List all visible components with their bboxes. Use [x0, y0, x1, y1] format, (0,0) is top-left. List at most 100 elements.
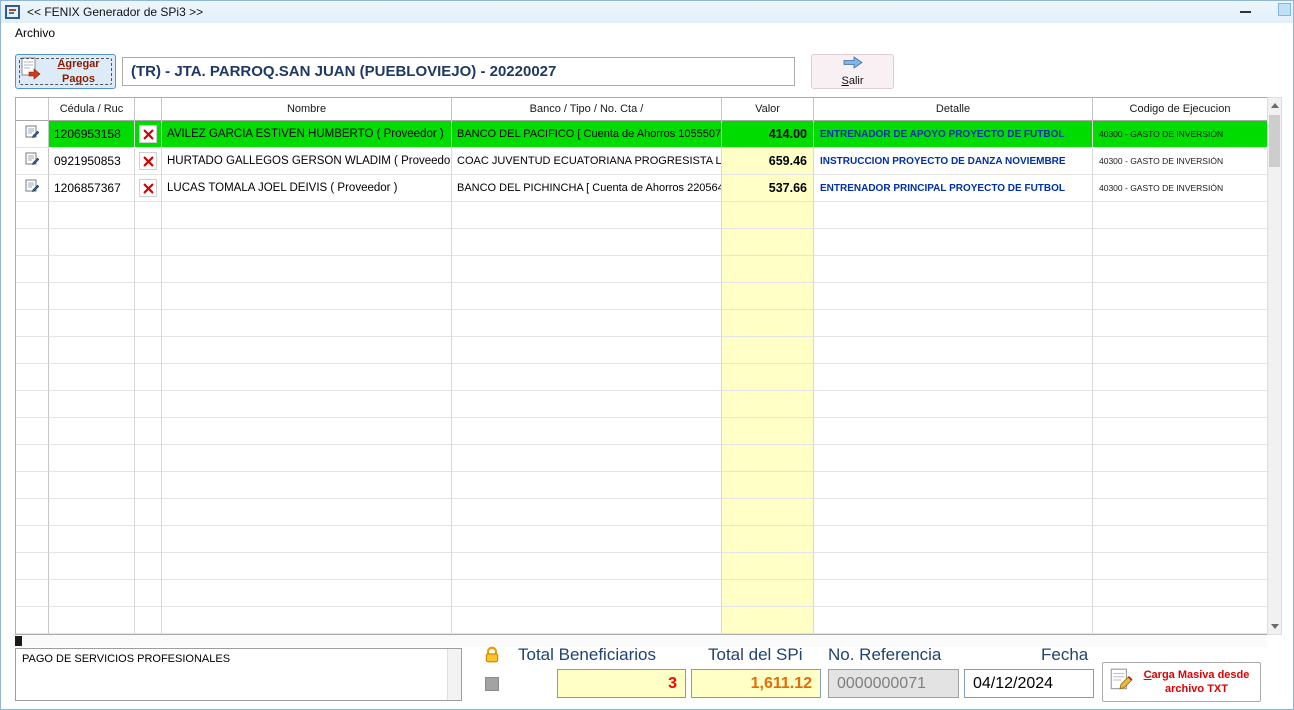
- header-valor: Valor: [722, 98, 814, 121]
- total-beneficiarios-value: 3: [557, 669, 686, 698]
- empty-table-row: [16, 445, 1266, 472]
- payments-grid: Cédula / Ruc Nombre Banco / Tipo / No. C…: [15, 97, 1267, 635]
- delete-cell: [135, 175, 162, 202]
- empty-table-row: [16, 337, 1266, 364]
- edit-record-icon: [25, 124, 40, 144]
- empty-table-row: [16, 553, 1266, 580]
- valor-cell: 537.66: [722, 175, 814, 202]
- cedula-cell: 0921950853: [49, 148, 135, 175]
- cedula-cell: 1206857367: [49, 175, 135, 202]
- salir-button[interactable]: Salir: [811, 54, 894, 89]
- entity-field[interactable]: [122, 57, 795, 86]
- valor-cell: 659.46: [722, 148, 814, 175]
- delete-x-icon: [143, 156, 154, 167]
- grid-header: Cédula / Ruc Nombre Banco / Tipo / No. C…: [16, 98, 1266, 121]
- empty-table-row: [16, 256, 1266, 283]
- empty-table-row: [16, 526, 1266, 553]
- nombre-cell: AVILEZ GARCIA ESTIVEN HUMBERTO ( Proveed…: [162, 121, 452, 148]
- delete-x-icon: [143, 183, 154, 194]
- row-selector-cell[interactable]: [16, 148, 49, 175]
- app-icon: [5, 4, 21, 20]
- codigo-cell: 40300 - GASTO DE INVERSIÓN: [1093, 121, 1268, 148]
- grid-body: 1206953158 AVILEZ GARCIA ESTIVEN HUMBERT…: [16, 121, 1266, 634]
- banco-cell: BANCO DEL PACIFICO [ Cuenta de Ahorros 1…: [452, 121, 722, 148]
- concepto-scrollbar[interactable]: [447, 649, 461, 700]
- table-row[interactable]: 1206857367 LUCAS TOMALA JOEL DEIVIS ( Pr…: [16, 175, 1266, 202]
- delete-cell: [135, 121, 162, 148]
- delete-row-button[interactable]: [139, 152, 157, 170]
- banco-cell: BANCO DEL PICHINCHA [ Cuenta de Ahorros …: [452, 175, 722, 202]
- header-nombre: Nombre: [162, 98, 452, 121]
- window-control-box[interactable]: [1278, 3, 1291, 16]
- empty-table-row: [16, 202, 1266, 229]
- total-spi-label: Total del SPi: [708, 645, 803, 665]
- banco-cell: COAC JUVENTUD ECUATORIANA PROGRESISTA LT…: [452, 148, 722, 175]
- app-window: << FENIX Generador de SPi3 >> Archivo Ag…: [0, 0, 1294, 710]
- vertical-scroll-thumb[interactable]: [1269, 115, 1280, 167]
- empty-table-row: [16, 229, 1266, 256]
- agregar-pagos-label: Agregar Pagos: [46, 57, 111, 86]
- menu-archivo[interactable]: Archivo: [11, 25, 59, 41]
- delete-x-icon: [143, 129, 154, 140]
- scroll-down-icon[interactable]: [1268, 619, 1281, 634]
- empty-table-row: [16, 418, 1266, 445]
- titlebar: << FENIX Generador de SPi3 >>: [1, 1, 1293, 23]
- edit-record-icon: [25, 178, 40, 198]
- codigo-cell: 40300 - GASTO DE INVERSIÓN: [1093, 148, 1268, 175]
- header-selector: [16, 98, 49, 121]
- exit-arrow-icon: [843, 56, 863, 74]
- empty-table-row: [16, 607, 1266, 634]
- empty-table-row: [16, 499, 1266, 526]
- minimize-button[interactable]: [1230, 2, 1260, 22]
- empty-table-row: [16, 391, 1266, 418]
- scroll-up-icon[interactable]: [1268, 98, 1281, 113]
- minimize-icon: [1240, 11, 1251, 13]
- nombre-cell: HURTADO GALLEGOS GERSON WLADIM ( Proveed…: [162, 148, 452, 175]
- fecha-field[interactable]: 04/12/2024: [964, 669, 1094, 698]
- empty-table-row: [16, 310, 1266, 337]
- referencia-label: No. Referencia: [828, 645, 941, 665]
- total-spi-value: 1,611.12: [691, 669, 821, 698]
- salir-label: Salir: [841, 75, 863, 87]
- referencia-value: 0000000071: [828, 669, 959, 698]
- lock-icon: [483, 646, 501, 664]
- empty-table-row: [16, 283, 1266, 310]
- header-codigo: Codigo de Ejecucion: [1093, 98, 1268, 121]
- concepto-text: PAGO DE SERVICIOS PROFESIONALES: [22, 653, 230, 665]
- fecha-label: Fecha: [1041, 645, 1088, 665]
- delete-row-button[interactable]: [139, 125, 157, 143]
- horizontal-scroll-thumb[interactable]: [15, 636, 22, 646]
- nombre-cell: LUCAS TOMALA JOEL DEIVIS ( Proveedor ): [162, 175, 452, 202]
- cedula-cell: 1206953158: [49, 121, 135, 148]
- row-selector-cell[interactable]: [16, 175, 49, 202]
- detalle-cell: ENTRENADOR DE APOYO PROYECTO DE FUTBOL: [814, 121, 1093, 148]
- header-delete: [135, 98, 162, 121]
- detalle-cell: ENTRENADOR PRINCIPAL PROYECTO DE FUTBOL: [814, 175, 1093, 202]
- empty-table-row: [16, 472, 1266, 499]
- concepto-textarea[interactable]: PAGO DE SERVICIOS PROFESIONALES: [15, 648, 462, 701]
- codigo-cell: 40300 - GASTO DE INVERSIÓN: [1093, 175, 1268, 202]
- gray-indicator-square: [485, 677, 499, 691]
- header-detalle: Detalle: [814, 98, 1093, 121]
- carga-masiva-label: Carga Masiva desde archivo TXT: [1138, 668, 1255, 697]
- agregar-pagos-button[interactable]: Agregar Pagos: [15, 54, 116, 89]
- empty-table-row: [16, 580, 1266, 607]
- row-selector-cell[interactable]: [16, 121, 49, 148]
- header-banco: Banco / Tipo / No. Cta /: [452, 98, 722, 121]
- edit-record-icon: [25, 151, 40, 171]
- table-row[interactable]: 0921950853 HURTADO GALLEGOS GERSON WLADI…: [16, 148, 1266, 175]
- window-title: << FENIX Generador de SPi3 >>: [27, 5, 203, 19]
- detalle-cell: INSTRUCCION PROYECTO DE DANZA NOVIEMBRE: [814, 148, 1093, 175]
- header-cedula: Cédula / Ruc: [49, 98, 135, 121]
- file-pencil-icon: [1108, 667, 1134, 698]
- vertical-scrollbar[interactable]: [1267, 97, 1282, 635]
- carga-masiva-button[interactable]: Carga Masiva desde archivo TXT: [1102, 662, 1261, 702]
- delete-row-button[interactable]: [139, 179, 157, 197]
- valor-cell: 414.00: [722, 121, 814, 148]
- menubar: Archivo: [1, 23, 1293, 42]
- table-row[interactable]: 1206953158 AVILEZ GARCIA ESTIVEN HUMBERT…: [16, 121, 1266, 148]
- add-payments-icon: [20, 57, 42, 86]
- total-beneficiarios-label: Total Beneficiarios: [518, 645, 656, 665]
- empty-table-row: [16, 364, 1266, 391]
- delete-cell: [135, 148, 162, 175]
